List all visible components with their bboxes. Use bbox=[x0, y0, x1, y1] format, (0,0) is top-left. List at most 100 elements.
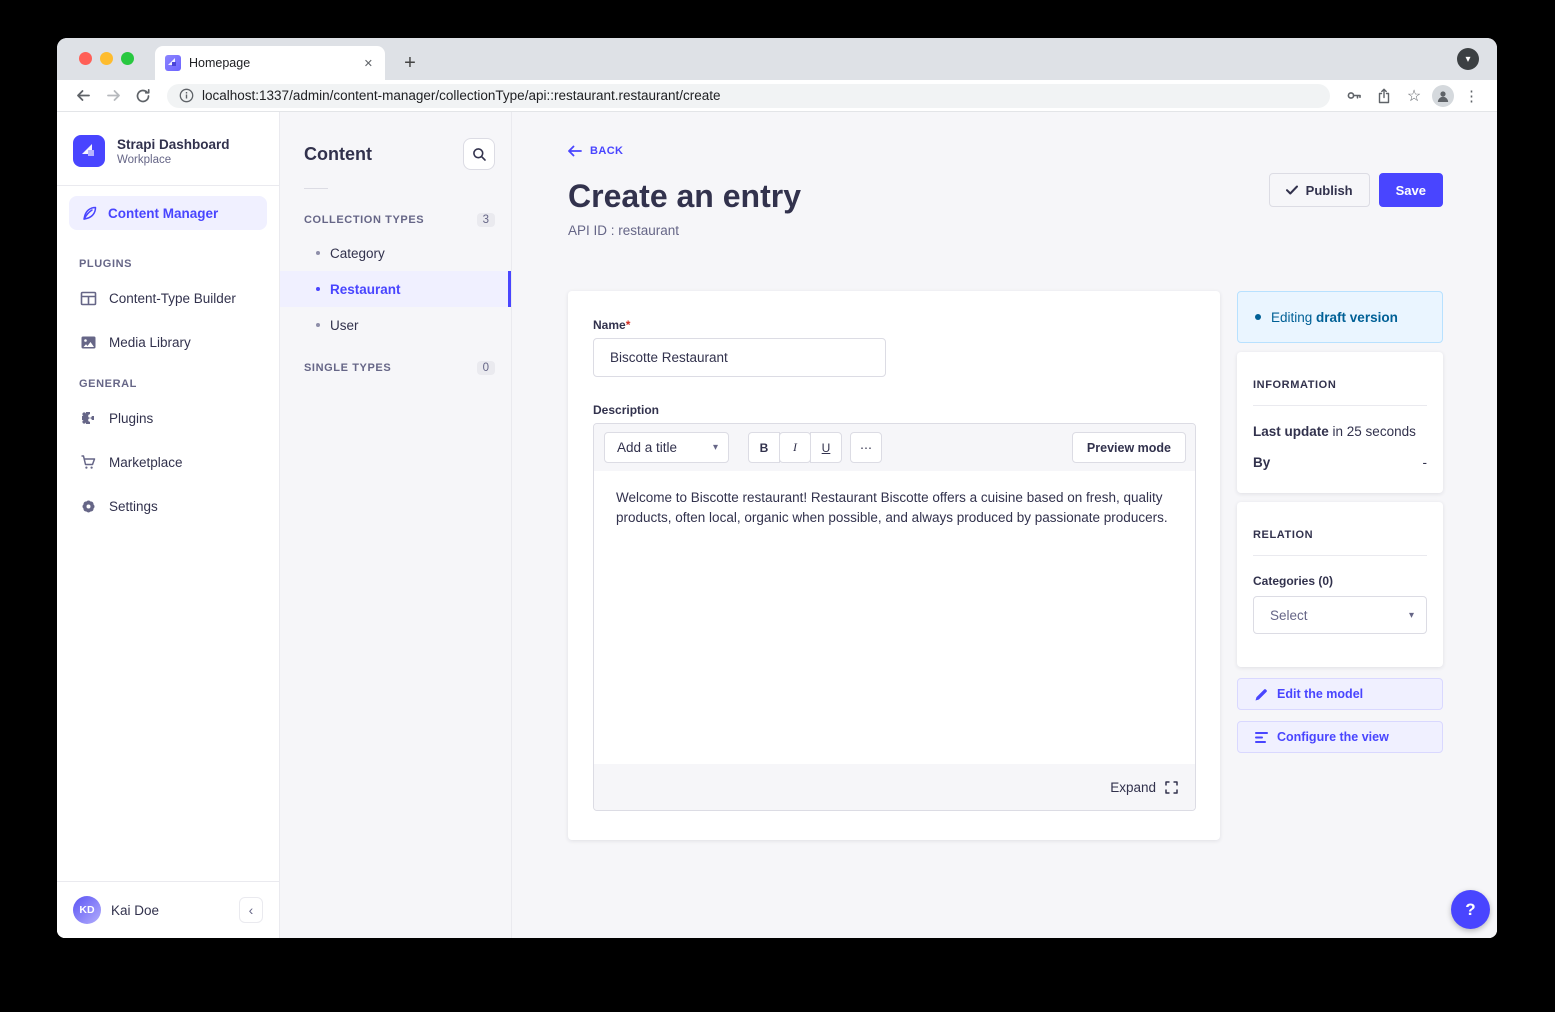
publish-label: Publish bbox=[1306, 183, 1353, 198]
sidebar-item-media-library[interactable]: Media Library bbox=[57, 320, 279, 364]
strapi-favicon-icon bbox=[165, 55, 181, 71]
site-info-icon[interactable] bbox=[179, 88, 194, 103]
user-avatar[interactable]: KD bbox=[73, 896, 101, 924]
zoom-window-button[interactable] bbox=[121, 52, 134, 65]
draft-prefix: Editing bbox=[1271, 310, 1312, 325]
sidebar-item-label: Content Manager bbox=[108, 206, 218, 221]
password-key-icon[interactable] bbox=[1342, 84, 1366, 108]
browser-profile-avatar[interactable] bbox=[1432, 85, 1454, 107]
back-link[interactable]: BACK bbox=[568, 145, 623, 157]
browser-menu-icon[interactable]: ⋮ bbox=[1460, 87, 1483, 105]
subnav-title: Content bbox=[304, 144, 372, 165]
help-button[interactable]: ? bbox=[1451, 890, 1490, 929]
share-icon[interactable] bbox=[1372, 84, 1396, 108]
underline-button[interactable]: U bbox=[810, 432, 842, 463]
last-update-row: Last update in 25 seconds bbox=[1253, 424, 1427, 439]
edit-model-button[interactable]: Edit the model bbox=[1237, 678, 1443, 710]
browser-tab-homepage[interactable]: Homepage ✕ bbox=[155, 46, 385, 80]
strapi-logo-icon bbox=[73, 135, 105, 167]
entry-form-card: Name* Description Add a title ▾ B bbox=[568, 291, 1220, 840]
relation-title: RELATION bbox=[1253, 521, 1427, 541]
sidebar-item-plugins[interactable]: Plugins bbox=[57, 396, 279, 440]
categories-select-value: Select bbox=[1270, 608, 1308, 623]
collapse-sidebar-button[interactable]: ‹ bbox=[239, 897, 263, 923]
single-types-label: SINGLE TYPES bbox=[304, 362, 391, 374]
subnav-divider bbox=[304, 188, 328, 189]
by-label: By bbox=[1253, 455, 1270, 470]
nav-item-label: Restaurant bbox=[330, 282, 401, 297]
collection-types-count-badge: 3 bbox=[477, 213, 495, 227]
entry-aside: Editing draft version INFORMATION Last u… bbox=[1237, 291, 1443, 840]
nav-item-user[interactable]: User bbox=[280, 307, 511, 343]
sidebar-divider bbox=[57, 185, 279, 186]
format-button-group: B I U bbox=[748, 432, 842, 463]
last-update-label: Last update bbox=[1253, 424, 1329, 439]
nav-item-category[interactable]: Category bbox=[280, 235, 511, 271]
nav-item-restaurant[interactable]: Restaurant bbox=[280, 271, 511, 307]
browser-window: Homepage ✕ + ▾ localhost:1337/admin/cont… bbox=[57, 38, 1497, 938]
preview-mode-button[interactable]: Preview mode bbox=[1072, 432, 1186, 463]
workspace-name: Workplace bbox=[117, 154, 230, 166]
publish-button[interactable]: Publish bbox=[1269, 173, 1370, 207]
window-controls bbox=[79, 52, 134, 65]
more-formats-button[interactable]: ⋯ bbox=[850, 432, 882, 463]
sidebar-item-content-manager[interactable]: Content Manager bbox=[69, 196, 267, 230]
editor-footer: Expand bbox=[594, 764, 1195, 810]
workspace-switcher[interactable]: Strapi Dashboard Workplace bbox=[57, 112, 279, 185]
chevron-down-icon: ▾ bbox=[713, 442, 718, 453]
categories-select[interactable]: Select ▾ bbox=[1253, 596, 1427, 634]
main-sidebar: Strapi Dashboard Workplace Content Manag… bbox=[57, 112, 280, 938]
bookmark-star-icon[interactable]: ☆ bbox=[1402, 84, 1426, 108]
single-types-count-badge: 0 bbox=[477, 361, 495, 375]
sidebar-item-marketplace[interactable]: Marketplace bbox=[57, 440, 279, 484]
sidebar-item-label: Marketplace bbox=[109, 455, 183, 470]
main-content: BACK Create an entry API ID : restaurant… bbox=[512, 112, 1497, 938]
sidebar-item-label: Settings bbox=[109, 499, 158, 514]
cart-icon bbox=[79, 454, 97, 471]
required-asterisk: * bbox=[626, 318, 631, 332]
by-row: By - bbox=[1253, 455, 1427, 470]
description-textarea[interactable]: Welcome to Biscotte restaurant! Restaura… bbox=[594, 471, 1195, 764]
tab-close-icon[interactable]: ✕ bbox=[362, 55, 375, 72]
close-window-button[interactable] bbox=[79, 52, 92, 65]
draft-status-text: Editing draft version bbox=[1271, 310, 1398, 325]
chevron-down-icon: ▾ bbox=[1409, 610, 1414, 621]
italic-button[interactable]: I bbox=[779, 432, 811, 463]
back-arrow-icon bbox=[568, 145, 582, 157]
title-style-select[interactable]: Add a title ▾ bbox=[604, 432, 729, 463]
last-update-value: in 25 seconds bbox=[1333, 424, 1416, 439]
save-button[interactable]: Save bbox=[1379, 173, 1443, 207]
sidebar-item-content-type-builder[interactable]: Content-Type Builder bbox=[57, 276, 279, 320]
bold-button[interactable]: B bbox=[748, 432, 780, 463]
name-label-text: Name bbox=[593, 318, 626, 332]
forward-nav-icon[interactable] bbox=[101, 84, 125, 108]
url-bar[interactable]: localhost:1337/admin/content-manager/col… bbox=[167, 84, 1330, 108]
name-input[interactable] bbox=[593, 338, 886, 377]
sidebar-user: KD Kai Doe ‹ bbox=[57, 881, 279, 938]
refresh-icon[interactable] bbox=[131, 84, 155, 108]
information-card: INFORMATION Last update in 25 seconds By… bbox=[1237, 352, 1443, 493]
back-nav-icon[interactable] bbox=[71, 84, 95, 108]
new-tab-button[interactable]: + bbox=[397, 52, 423, 75]
tab-title: Homepage bbox=[189, 56, 354, 70]
pencil-icon bbox=[1255, 688, 1268, 701]
browser-chevron-button[interactable]: ▾ bbox=[1457, 48, 1479, 70]
title-style-value: Add a title bbox=[617, 440, 677, 455]
back-label: BACK bbox=[590, 145, 623, 157]
gear-icon bbox=[79, 498, 97, 515]
sidebar-item-settings[interactable]: Settings bbox=[57, 484, 279, 528]
by-value: - bbox=[1423, 455, 1428, 470]
nav-item-label: Category bbox=[330, 246, 385, 261]
configure-view-button[interactable]: Configure the view bbox=[1237, 721, 1443, 753]
minimize-window-button[interactable] bbox=[100, 52, 113, 65]
bullet-icon bbox=[316, 287, 320, 291]
search-button[interactable] bbox=[463, 138, 495, 170]
puzzle-icon bbox=[79, 410, 97, 427]
editor-toolbar: Add a title ▾ B I U ⋯ Preview mode bbox=[594, 424, 1195, 471]
configure-lines-icon bbox=[1255, 732, 1268, 743]
bullet-icon bbox=[316, 251, 320, 255]
expand-label: Expand bbox=[1110, 780, 1156, 795]
expand-icon[interactable] bbox=[1165, 781, 1178, 794]
sidebar-item-label: Media Library bbox=[109, 335, 191, 350]
draft-bold: draft version bbox=[1316, 310, 1398, 325]
